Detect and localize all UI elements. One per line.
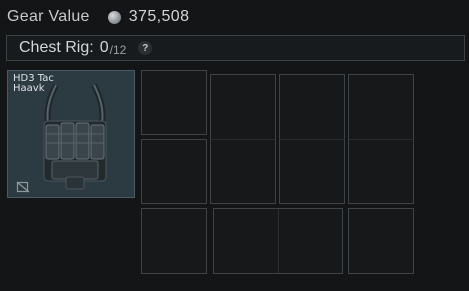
- grid-slot[interactable]: [348, 208, 414, 274]
- chest-rig-label: Chest Rig:: [19, 39, 94, 56]
- chest-rig-item-card[interactable]: HD3 Tac Haavk: [7, 70, 135, 198]
- grid-slot[interactable]: [141, 70, 207, 135]
- grid-slot[interactable]: [348, 74, 414, 204]
- chest-rig-header: Chest Rig: 0 /12 ?: [6, 35, 465, 61]
- gear-value-amount: 375,508: [128, 8, 190, 25]
- unlink-icon: [16, 181, 30, 193]
- gear-value-label: Gear Value: [7, 8, 90, 25]
- help-icon[interactable]: ?: [138, 41, 153, 55]
- gear-value-row: Gear Value 375,508: [7, 6, 189, 28]
- grid-slot[interactable]: [279, 74, 345, 204]
- grid-slot[interactable]: [141, 208, 207, 274]
- chest-rig-capacity: /12: [109, 42, 127, 57]
- grid-slot[interactable]: [141, 139, 207, 204]
- chest-rig-icon: [43, 83, 107, 190]
- chest-rig-count: 0: [99, 39, 109, 56]
- grid-slot[interactable]: [213, 208, 343, 274]
- coin-icon: [107, 10, 121, 24]
- grid-slot[interactable]: [210, 74, 276, 204]
